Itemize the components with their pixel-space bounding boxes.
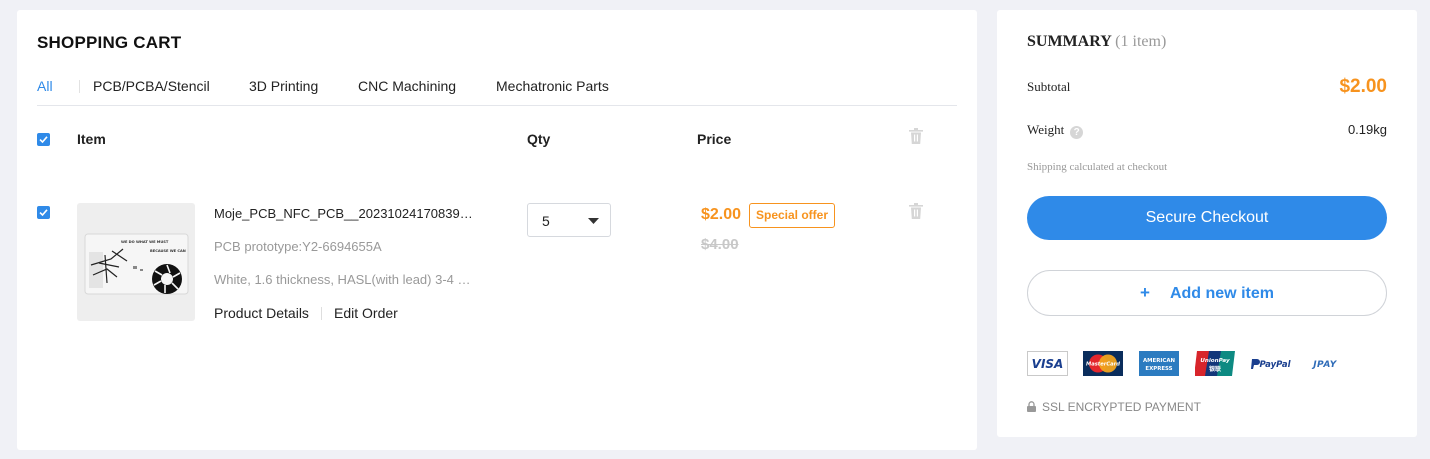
product-thumbnail[interactable]: WE DO WHAT WE MUST BECAUSE WE CAN xyxy=(77,203,195,321)
qty-column-header: Qty xyxy=(527,131,551,147)
ssl-label: SSL ENCRYPTED PAYMENT xyxy=(1042,400,1201,414)
weight-label-text: Weight xyxy=(1027,122,1065,137)
weight-label: Weight? xyxy=(1027,122,1084,139)
check-icon xyxy=(39,136,48,144)
product-spec: White, 1.6 thickness, HASL(with lead) 3-… xyxy=(214,272,471,287)
tab-mechatronic-parts[interactable]: Mechatronic Parts xyxy=(496,78,609,94)
product-subtitle: PCB prototype:Y2-6694655A xyxy=(214,239,382,254)
item-checkbox[interactable] xyxy=(37,206,50,219)
svg-text:AMERICAN: AMERICAN xyxy=(1143,358,1176,364)
caret-down-icon xyxy=(588,218,599,224)
paypal-logo-icon: PayPal xyxy=(1251,359,1292,370)
select-all-checkbox[interactable] xyxy=(37,133,50,146)
order-summary-panel: SUMMARY (1 item) Subtotal $2.00 Weight? … xyxy=(997,10,1417,437)
summary-title: SUMMARY (1 item) xyxy=(1027,33,1166,51)
visa-logo-icon: VISA xyxy=(1027,351,1068,376)
tab-3d-printing[interactable]: 3D Printing xyxy=(249,78,318,94)
cart-title: SHOPPING CART xyxy=(37,33,182,52)
svg-text:EXPRESS: EXPRESS xyxy=(1145,366,1172,372)
product-name[interactable]: Moje_PCB_NFC_PCB__20231024170839… xyxy=(214,206,494,221)
svg-text:MasterCard: MasterCard xyxy=(1086,362,1120,368)
jpay-logo-icon: JPAY xyxy=(1311,360,1338,370)
item-price: $2.00 xyxy=(701,206,742,223)
item-column-header: Item xyxy=(77,131,106,147)
quantity-value: 5 xyxy=(542,213,550,229)
summary-item-count: (1 item) xyxy=(1115,33,1167,50)
quantity-select[interactable]: 5 xyxy=(527,203,611,237)
svg-text:PayPal: PayPal xyxy=(1259,360,1291,370)
add-new-item-button[interactable]: + Add new item xyxy=(1027,270,1387,316)
subtotal-value: $2.00 xyxy=(1339,76,1387,97)
price-column-header: Price xyxy=(697,131,732,147)
pcb-image-icon: WE DO WHAT WE MUST BECAUSE WE CAN xyxy=(84,233,189,295)
category-tabs: All PCB/PCBA/Stencil 3D Printing CNC Mac… xyxy=(37,76,957,106)
shopping-cart-panel: SHOPPING CART All PCB/PCBA/Stencil 3D Pr… xyxy=(17,10,977,450)
summary-title-text: SUMMARY xyxy=(1027,33,1112,50)
add-new-item-label: Add new item xyxy=(1169,285,1274,302)
product-details-link[interactable]: Product Details xyxy=(214,305,309,321)
ssl-notice: SSL ENCRYPTED PAYMENT xyxy=(1027,400,1201,414)
pcb-side-text: BECAUSE WE CAN xyxy=(150,249,186,253)
secure-checkout-button[interactable]: Secure Checkout xyxy=(1027,196,1387,240)
pcb-top-text: WE DO WHAT WE MUST xyxy=(121,240,169,244)
edit-order-link[interactable]: Edit Order xyxy=(334,305,398,321)
delete-item-trash-icon[interactable] xyxy=(909,203,923,219)
special-offer-badge: Special offer xyxy=(749,203,835,228)
mastercard-logo-icon: MasterCard xyxy=(1083,351,1123,376)
svg-text:银联: 银联 xyxy=(1209,365,1221,373)
svg-text:VISA: VISA xyxy=(1032,357,1064,371)
tab-cnc-machining[interactable]: CNC Machining xyxy=(358,78,456,94)
delete-all-trash-icon[interactable] xyxy=(909,128,923,144)
tab-divider xyxy=(79,80,80,93)
plus-icon: + xyxy=(1140,283,1150,302)
subtotal-label: Subtotal xyxy=(1027,79,1071,94)
tab-all[interactable]: All xyxy=(37,78,53,94)
shipping-note: Shipping calculated at checkout xyxy=(1027,161,1168,173)
check-icon xyxy=(39,209,48,217)
svg-text:JPAY: JPAY xyxy=(1311,360,1338,370)
weight-value: 0.19kg xyxy=(1347,122,1387,137)
link-divider xyxy=(321,307,322,320)
tab-pcb-pcba-stencil[interactable]: PCB/PCBA/Stencil xyxy=(93,78,210,94)
lock-icon xyxy=(1027,401,1036,412)
unionpay-logo-icon: UnionPay 银联 xyxy=(1195,351,1235,376)
amex-logo-icon: AMERICAN EXPRESS xyxy=(1139,351,1179,376)
help-icon[interactable]: ? xyxy=(1070,126,1084,139)
original-price: $4.00 xyxy=(701,236,739,253)
svg-text:UnionPay: UnionPay xyxy=(1200,358,1230,364)
